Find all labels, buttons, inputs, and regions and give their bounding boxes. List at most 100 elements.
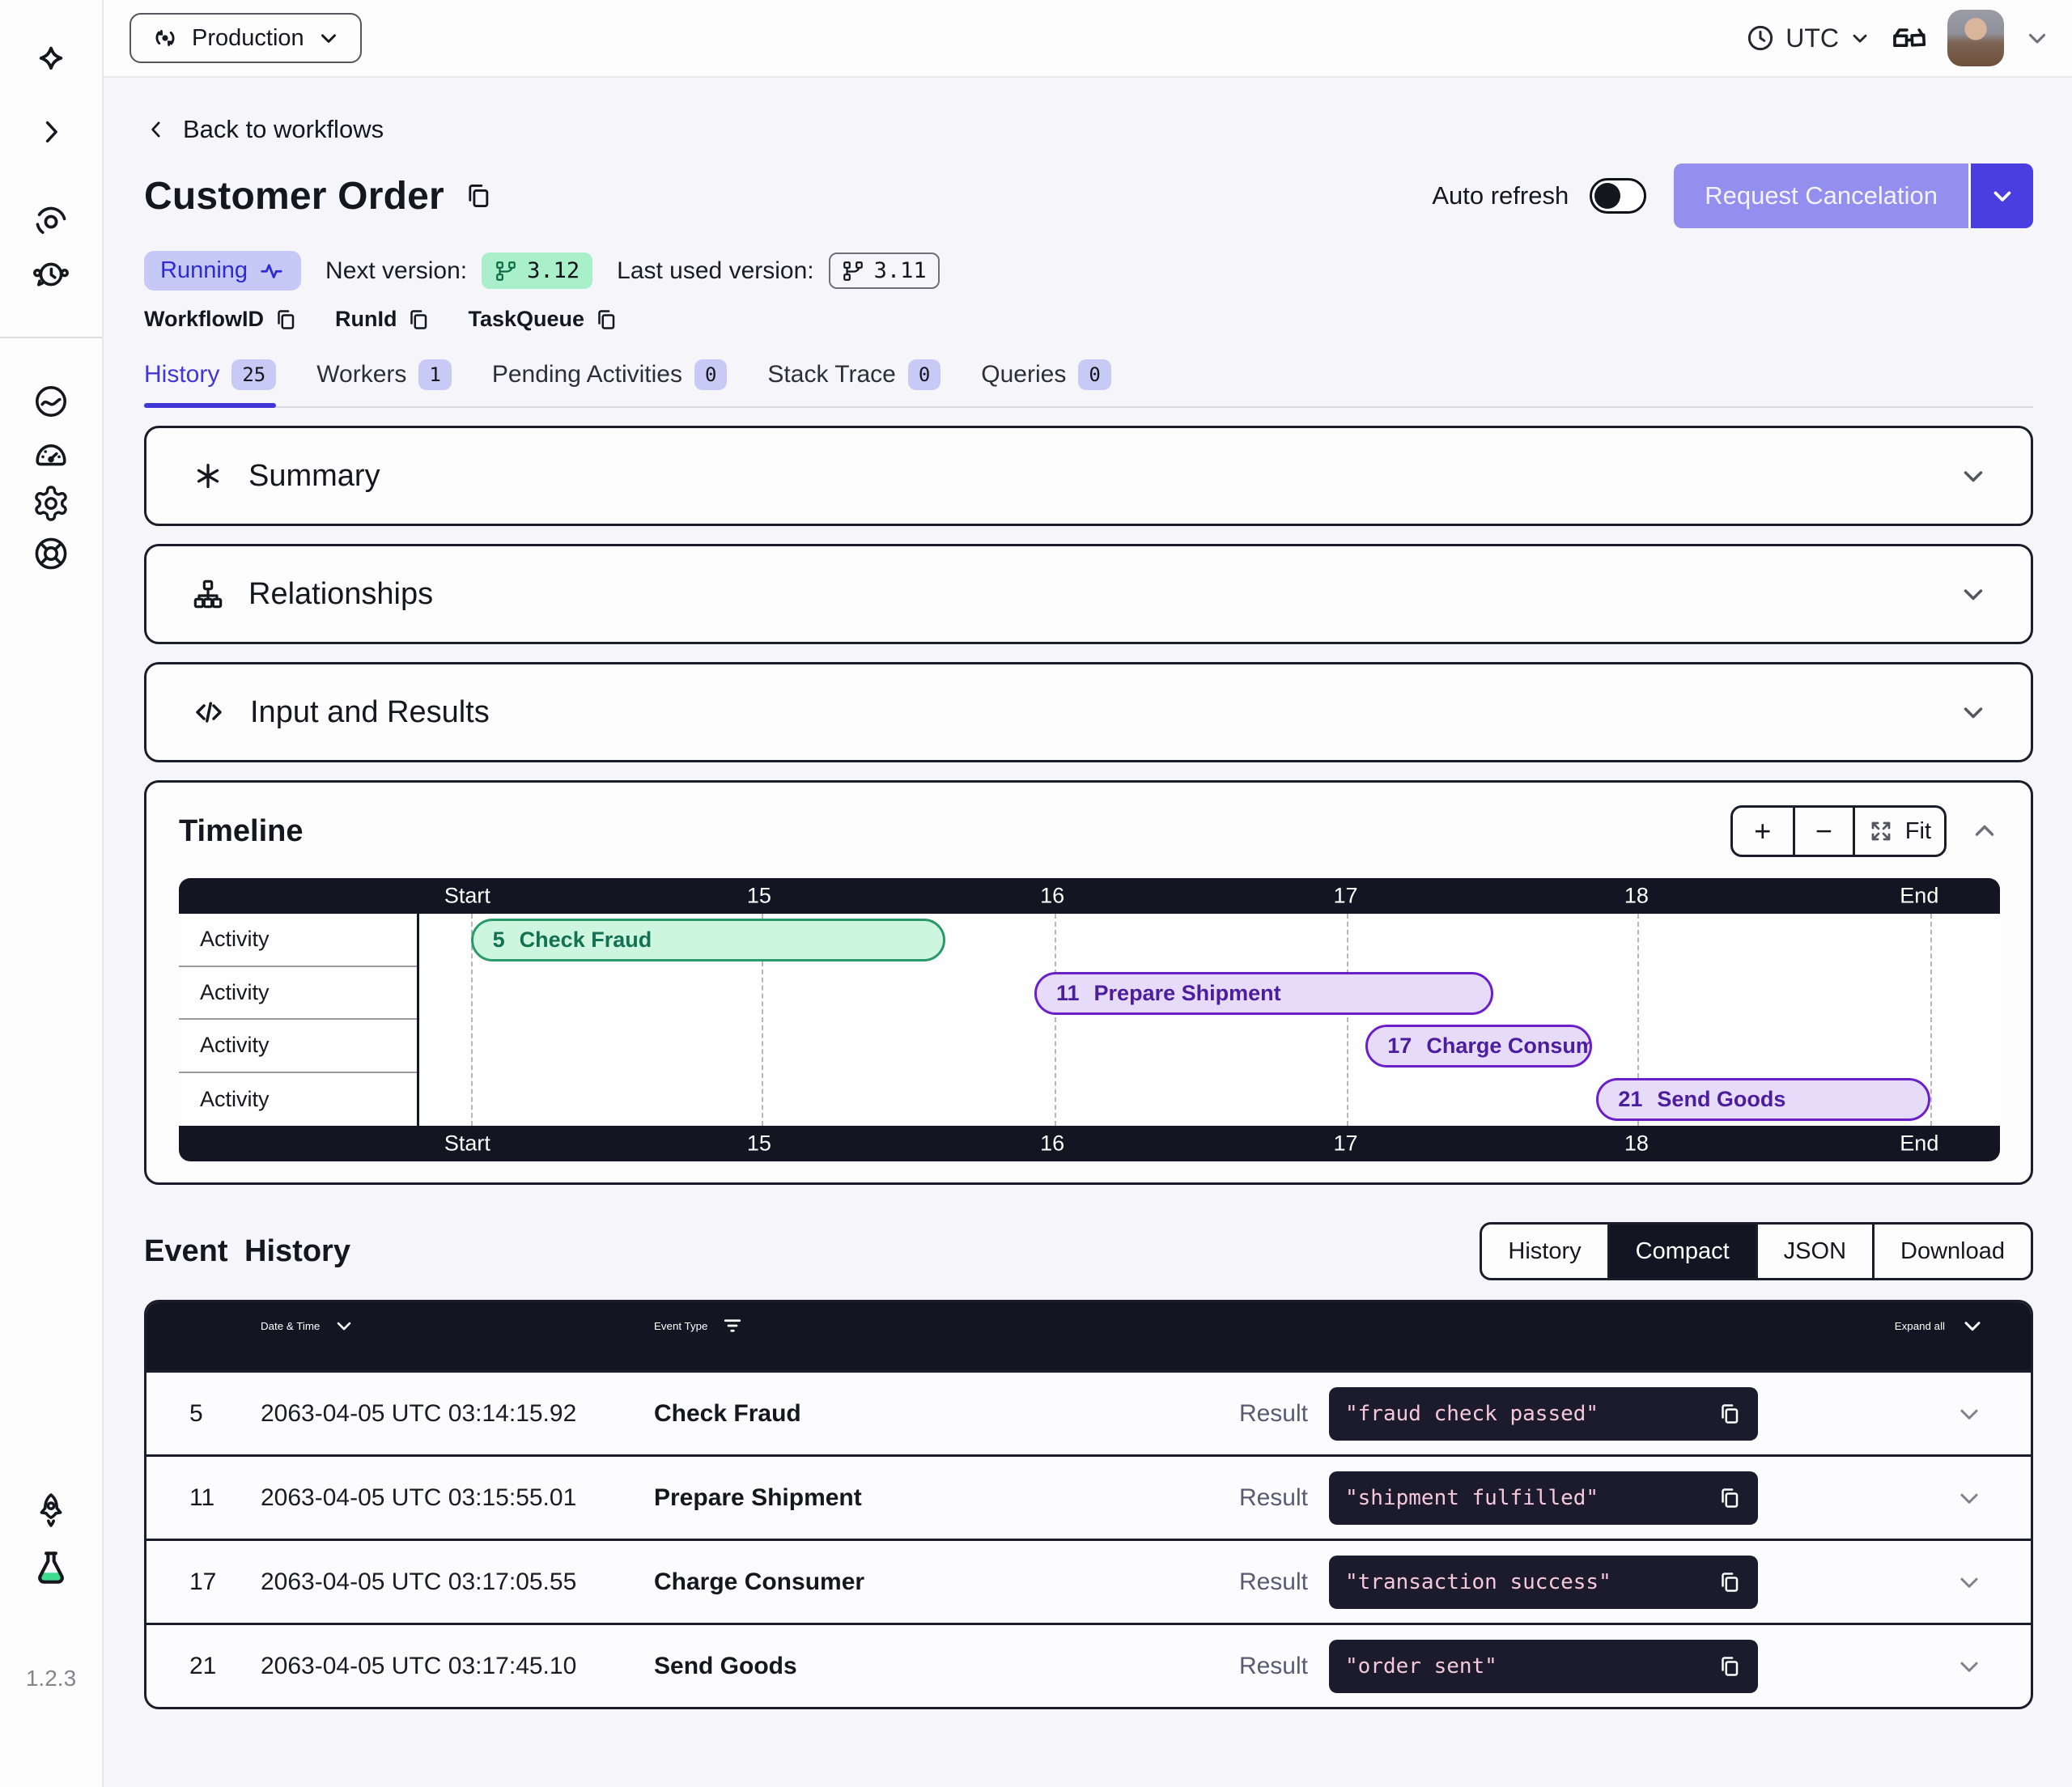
sidebar-item-nexus[interactable] xyxy=(32,382,70,421)
tab-pending-activities[interactable]: Pending Activities0 xyxy=(492,359,728,406)
request-cancelation-button[interactable]: Request Cancelation xyxy=(1674,163,1968,228)
timeline-chart: Start 15 16 17 18 End Activity Activity … xyxy=(179,878,2000,1161)
topbar: Production UTC xyxy=(104,0,2072,78)
tab-stack-trace[interactable]: Stack Trace0 xyxy=(767,359,940,406)
copy-run-id-icon[interactable] xyxy=(406,308,431,332)
asterisk-icon xyxy=(192,460,224,492)
back-to-workflows-link[interactable]: Back to workflows xyxy=(144,115,384,144)
copy-workflow-name-icon[interactable] xyxy=(464,181,493,210)
sidebar-expand-icon[interactable] xyxy=(34,115,68,149)
sort-by-datetime[interactable]: Date & Time xyxy=(261,1314,654,1337)
event-row[interactable]: 5 2063-04-05 UTC 03:14:15.92 Check Fraud… xyxy=(146,1370,2031,1454)
event-history-view-switcher: History Compact JSON Download xyxy=(1480,1222,2033,1280)
result-label: Result xyxy=(1239,1653,1329,1680)
timeline-title: Timeline xyxy=(179,814,303,849)
app-window: 1.2.3 Production UTC xyxy=(0,0,2072,1787)
temporal-logo-icon[interactable] xyxy=(32,40,70,78)
timeline-bar-charge-consumer[interactable]: 17Charge Consumer xyxy=(1365,1025,1592,1068)
tab-history[interactable]: History25 xyxy=(144,359,276,406)
expand-row-chevron-icon[interactable] xyxy=(1955,1652,1984,1681)
copy-result-icon[interactable] xyxy=(1717,1570,1742,1594)
chevron-down-icon xyxy=(333,1314,355,1337)
chevron-left-icon xyxy=(144,117,168,142)
event-row[interactable]: 21 2063-04-05 UTC 03:17:45.10 Send Goods… xyxy=(146,1623,2031,1707)
tab-queries[interactable]: Queries0 xyxy=(981,359,1111,406)
page-title: Customer Order xyxy=(144,174,444,219)
auto-refresh-toggle[interactable] xyxy=(1590,178,1646,214)
branch-icon xyxy=(842,260,864,282)
timezone-selector[interactable]: UTC xyxy=(1745,23,1871,53)
expand-row-chevron-icon[interactable] xyxy=(1955,1484,1984,1513)
page-content: Back to workflows Customer Order Auto re… xyxy=(104,78,2072,1787)
expand-row-chevron-icon[interactable] xyxy=(1955,1399,1984,1428)
collapse-timeline-icon[interactable] xyxy=(1969,816,2000,847)
zoom-in-button[interactable]: + xyxy=(1733,808,1793,855)
tab-bar: History25 Workers1 Pending Activities0 S… xyxy=(144,359,2033,408)
expand-all-button[interactable]: Expand all xyxy=(1895,1313,1985,1339)
event-datetime: 2063-04-05 UTC 03:17:05.55 xyxy=(261,1568,654,1596)
chevron-down-icon xyxy=(316,26,341,50)
user-menu-chevron-icon[interactable] xyxy=(2023,24,2051,52)
relationships-accordion[interactable]: Relationships xyxy=(144,544,2033,644)
copy-task-queue-icon[interactable] xyxy=(594,308,618,332)
chevron-down-icon xyxy=(1849,27,1871,49)
next-version-label: Next version: xyxy=(325,257,467,285)
summary-accordion[interactable]: Summary xyxy=(144,426,2033,526)
run-id-item: RunId xyxy=(335,307,431,332)
result-chip: "order sent" xyxy=(1329,1640,1758,1693)
event-type: Send Goods xyxy=(654,1653,1248,1680)
timeline-bar-prepare-shipment[interactable]: 11Prepare Shipment xyxy=(1034,972,1493,1015)
result-label: Result xyxy=(1239,1484,1329,1512)
timeline-panel: Timeline + − Fit xyxy=(144,780,2033,1185)
chevron-down-icon xyxy=(1958,461,1989,491)
filter-event-type[interactable]: Event Type xyxy=(654,1314,1248,1338)
app-version: 1.2.3 xyxy=(0,1666,102,1691)
input-results-accordion[interactable]: Input and Results xyxy=(144,662,2033,762)
copy-result-icon[interactable] xyxy=(1717,1654,1742,1679)
gridline xyxy=(1930,914,1932,1126)
labs-glasses-icon[interactable] xyxy=(1891,19,1928,57)
expand-row-chevron-icon[interactable] xyxy=(1955,1568,1984,1597)
getting-started-rocket-icon[interactable] xyxy=(32,1491,70,1530)
copy-workflow-id-icon[interactable] xyxy=(274,308,298,332)
view-json-button[interactable]: JSON xyxy=(1756,1225,1872,1278)
namespace-switcher[interactable]: Production xyxy=(130,13,362,63)
fit-button[interactable]: Fit xyxy=(1853,808,1944,855)
timeline-bar-check-fraud[interactable]: 5Check Fraud xyxy=(471,919,945,961)
sidebar-item-settings[interactable] xyxy=(32,484,70,523)
copy-result-icon[interactable] xyxy=(1717,1402,1742,1426)
labs-flask-icon[interactable] xyxy=(30,1547,72,1590)
user-avatar[interactable] xyxy=(1947,10,2004,66)
sidebar-item-schedules[interactable] xyxy=(32,256,70,295)
event-type: Check Fraud xyxy=(654,1400,1248,1428)
sidebar-item-support[interactable] xyxy=(32,534,70,573)
copy-result-icon[interactable] xyxy=(1717,1486,1742,1510)
sidebar-item-usage[interactable] xyxy=(32,434,70,473)
event-history-title: Event History xyxy=(144,1234,350,1269)
event-row[interactable]: 17 2063-04-05 UTC 03:17:05.55 Charge Con… xyxy=(146,1539,2031,1623)
timeline-ruler-top: Start 15 16 17 18 End xyxy=(179,878,2000,914)
branch-icon xyxy=(495,260,517,282)
view-compact-button[interactable]: Compact xyxy=(1607,1225,1756,1278)
event-id: 17 xyxy=(189,1568,261,1596)
timeline-bar-send-goods[interactable]: 21Send Goods xyxy=(1596,1078,1930,1121)
sidebar-divider xyxy=(0,337,102,338)
last-used-version-badge: 3.11 xyxy=(829,253,940,289)
event-type: Prepare Shipment xyxy=(654,1484,1248,1512)
event-id: 21 xyxy=(189,1653,261,1680)
zoom-out-button[interactable]: − xyxy=(1793,808,1853,855)
tab-workers[interactable]: Workers1 xyxy=(316,359,452,406)
timeline-row-labels: Activity Activity Activity Activity xyxy=(179,914,419,1126)
chevron-down-icon xyxy=(1959,1313,1985,1339)
cancelation-options-chevron[interactable] xyxy=(1968,163,2033,228)
chevron-down-icon xyxy=(1958,579,1989,609)
result-chip: "shipment fulfilled" xyxy=(1329,1471,1758,1525)
event-row[interactable]: 11 2063-04-05 UTC 03:15:55.01 Prepare Sh… xyxy=(146,1454,2031,1539)
sidebar-item-workflows[interactable] xyxy=(32,202,70,241)
code-icon xyxy=(192,695,226,729)
namespace-icon xyxy=(151,23,180,53)
download-button[interactable]: Download xyxy=(1872,1225,2031,1278)
view-history-button[interactable]: History xyxy=(1482,1225,1607,1278)
result-chip: "fraud check passed" xyxy=(1329,1387,1758,1441)
pulse-icon xyxy=(259,258,285,284)
